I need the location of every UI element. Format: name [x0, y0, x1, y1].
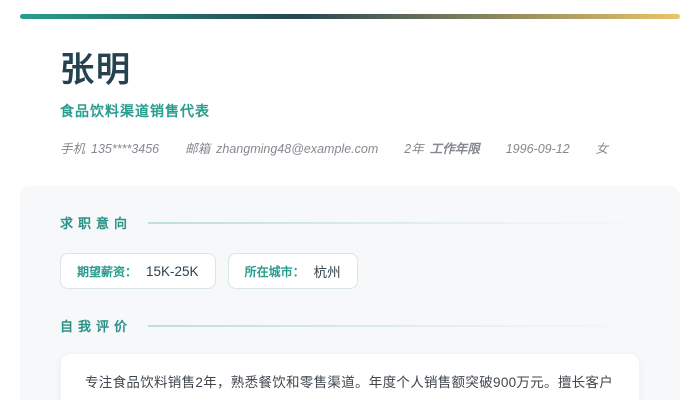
resume-body-card: 求职意向 期望薪资： 15K-25K 所在城市： 杭州 自我评价 专注食品饮料销… — [20, 186, 680, 400]
accent-gradient-bar — [20, 14, 680, 19]
job-intention-pills: 期望薪资： 15K-25K 所在城市： 杭州 — [60, 253, 640, 290]
phone-value: 135****3456 — [91, 142, 160, 157]
experience-label: 工作年限 — [429, 142, 480, 157]
self-evaluation-text: 专注食品饮料销售2年，熟悉餐饮和零售渠道。年度个人销售额突破900万元。擅长客户… — [85, 375, 614, 391]
section-title-job-intention: 求职意向 — [60, 216, 133, 232]
phone-label: 手机 — [60, 142, 86, 157]
email-value: zhangming48@example.com — [216, 142, 379, 157]
expected-salary-value: 15K-25K — [146, 263, 199, 279]
candidate-name: 张明 — [60, 51, 132, 89]
section-divider-line — [148, 324, 640, 327]
contact-experience: 2年 工作年限 — [404, 138, 479, 157]
city-label: 所在城市： — [244, 264, 305, 279]
expected-salary-pill: 期望薪资： 15K-25K — [60, 253, 216, 290]
section-title-self-evaluation: 自我评价 — [60, 319, 133, 335]
birth-date-value: 1996-09-12 — [505, 142, 570, 157]
experience-value: 2年 — [404, 142, 424, 157]
self-evaluation-box: 专注食品饮料销售2年，熟悉餐饮和零售渠道。年度个人销售额突破900万元。擅长客户… — [60, 353, 640, 400]
candidate-job-title: 食品饮料渠道销售代表 — [60, 103, 210, 120]
city-value: 杭州 — [313, 265, 341, 281]
city-pill: 所在城市： 杭州 — [227, 253, 358, 290]
section-self-evaluation-header: 自我评价 — [60, 316, 640, 335]
contact-gender: 女 — [596, 138, 609, 157]
contact-email: 邮箱 zhangming48@example.com — [185, 138, 378, 157]
expected-salary-label: 期望薪资： — [77, 264, 138, 279]
section-job-intention-header: 求职意向 — [60, 213, 640, 232]
contact-row: 手机 135****3456 邮箱 zhangming48@example.co… — [60, 138, 640, 157]
contact-birth-date: 1996-09-12 — [506, 142, 570, 156]
contact-phone: 手机 135****3456 — [60, 138, 159, 157]
resume-header: 张明 食品饮料渠道销售代表 手机 135****3456 邮箱 zhangmin… — [0, 51, 700, 157]
email-label: 邮箱 — [185, 142, 211, 157]
gender-value: 女 — [595, 142, 609, 157]
section-divider-line — [148, 221, 640, 224]
